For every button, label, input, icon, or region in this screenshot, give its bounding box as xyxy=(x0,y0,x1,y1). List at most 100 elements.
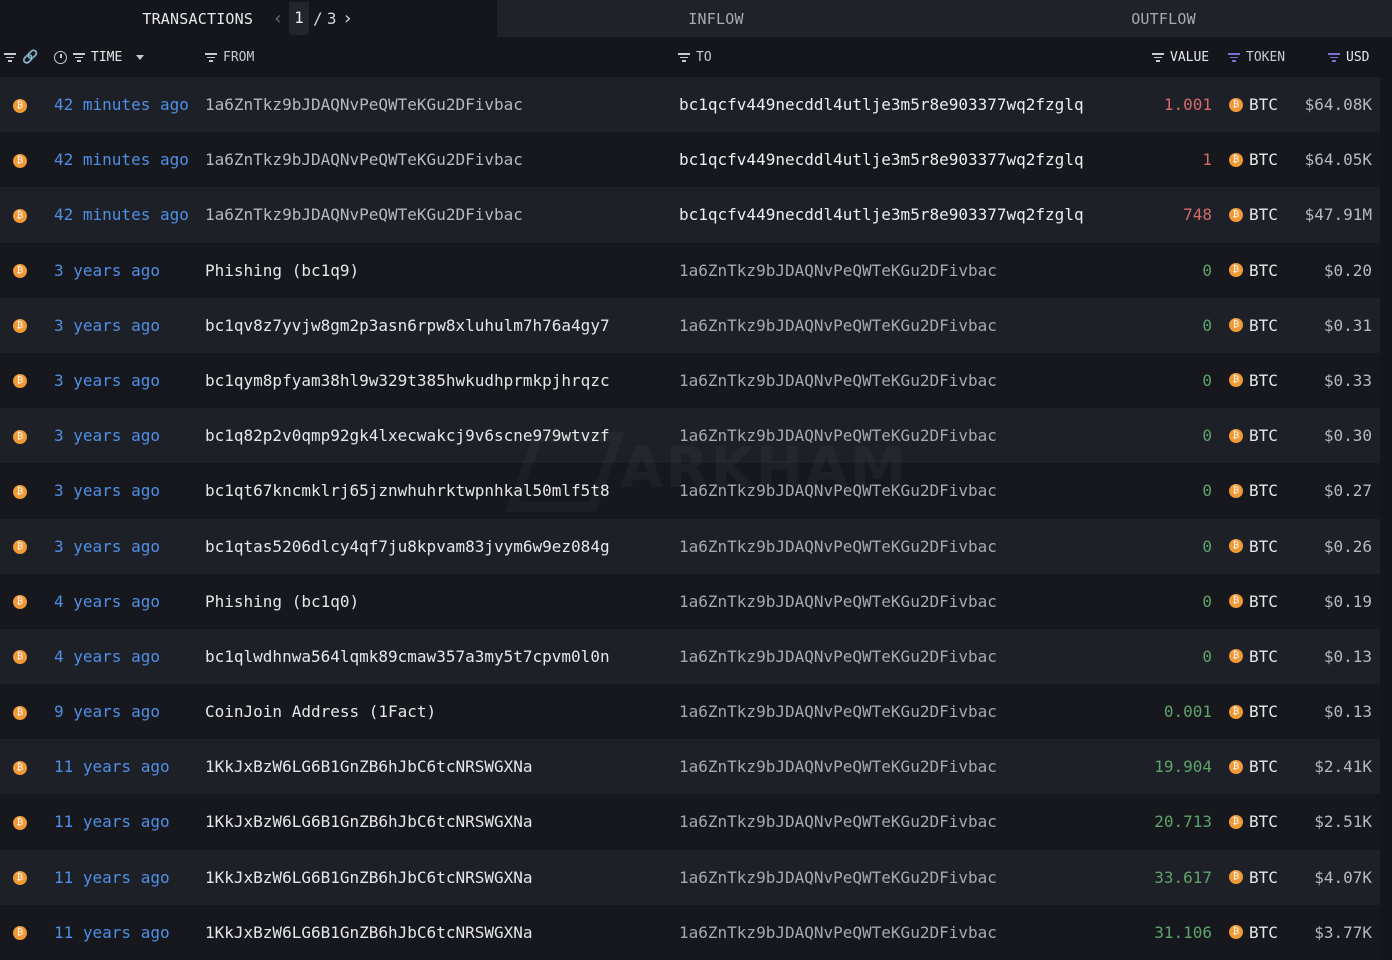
tab-transactions[interactable]: TRANSACTIONS ‹ 1 / 3 › xyxy=(0,0,497,37)
header-value[interactable]: VALUE xyxy=(1152,37,1209,77)
sort-caret-icon[interactable] xyxy=(136,54,145,60)
to-address[interactable]: 1a6ZnTkz9bJDAQNvPeQWTeKGu2DFivbac xyxy=(679,629,997,684)
token-cell[interactable]: BTC xyxy=(1229,629,1278,684)
token-cell[interactable]: BTC xyxy=(1229,794,1278,849)
from-address[interactable]: bc1q82p2v0qmp92gk4lxecwakcj9v6scne979wtv… xyxy=(205,408,610,463)
value-filter-icon[interactable] xyxy=(1152,52,1164,62)
from-filter-icon[interactable] xyxy=(205,52,217,62)
table-row[interactable]: 11 years ago 1KkJxBzW6LG6B1GnZB6hJbC6tcNR… xyxy=(0,739,1380,795)
header-from[interactable]: FROM xyxy=(205,37,254,77)
table-row[interactable]: 42 minutes ago 1a6ZnTkz9bJDAQNvPeQWTeKGu2… xyxy=(0,187,1380,243)
link-icon[interactable]: 🔗 xyxy=(22,50,38,65)
time-link[interactable]: 42 minutes ago xyxy=(54,132,189,187)
table-header: 🔗 TIME FROM TO VALUE TOKEN USD xyxy=(0,37,1380,77)
from-address[interactable]: 1KkJxBzW6LG6B1GnZB6hJbC6tcNRSWGXNa xyxy=(205,794,533,849)
tab-inflow[interactable]: INFLOW xyxy=(497,0,935,37)
to-address[interactable]: bc1qcfv449necddl4utlje3m5r8e903377wq2fzg… xyxy=(679,132,1084,187)
usd-filter-icon[interactable] xyxy=(1328,52,1340,62)
time-link[interactable]: 3 years ago xyxy=(54,353,160,408)
token-cell[interactable]: BTC xyxy=(1229,739,1278,794)
tab-outflow[interactable]: OUTFLOW xyxy=(935,0,1392,37)
to-address[interactable]: 1a6ZnTkz9bJDAQNvPeQWTeKGu2DFivbac xyxy=(679,794,997,849)
table-row[interactable]: 3 years ago bc1qym8pfyam38hl9w329t385hwku… xyxy=(0,352,1380,409)
from-address[interactable]: Phishing (bc1q0) xyxy=(205,574,359,629)
to-address[interactable]: bc1qcfv449necddl4utlje3m5r8e903377wq2fzg… xyxy=(679,77,1084,132)
to-address[interactable]: 1a6ZnTkz9bJDAQNvPeQWTeKGu2DFivbac xyxy=(679,298,997,353)
table-row[interactable]: 4 years ago Phishing (bc1q0) 1a6ZnTkz9bJDA… xyxy=(0,573,1380,629)
token-cell[interactable]: BTC xyxy=(1229,463,1278,518)
table-row[interactable]: 11 years ago 1KkJxBzW6LG6B1GnZB6hJbC6tcNR… xyxy=(0,794,1380,850)
to-address[interactable]: bc1qcfv449necddl4utlje3m5r8e903377wq2fzg… xyxy=(679,187,1084,242)
header-usd[interactable]: USD xyxy=(1328,37,1369,77)
from-address[interactable]: 1KkJxBzW6LG6B1GnZB6hJbC6tcNRSWGXNa xyxy=(205,850,533,905)
header-time[interactable]: TIME xyxy=(54,37,145,77)
from-address[interactable]: 1a6ZnTkz9bJDAQNvPeQWTeKGu2DFivbac xyxy=(205,77,523,132)
table-row[interactable]: 11 years ago 1KkJxBzW6LG6B1GnZB6hJbC6tcNR… xyxy=(0,849,1380,905)
from-address[interactable]: 1a6ZnTkz9bJDAQNvPeQWTeKGu2DFivbac xyxy=(205,187,523,242)
table-row[interactable]: 4 years ago bc1qlwdhnwa564lqmk89cmaw357a3… xyxy=(0,628,1380,685)
token-cell[interactable]: BTC xyxy=(1229,408,1278,463)
table-row[interactable]: 42 minutes ago 1a6ZnTkz9bJDAQNvPeQWTeKGu2… xyxy=(0,77,1380,133)
to-address[interactable]: 1a6ZnTkz9bJDAQNvPeQWTeKGu2DFivbac xyxy=(679,739,997,794)
from-address[interactable]: Phishing (bc1q9) xyxy=(205,243,359,298)
token-cell[interactable]: BTC xyxy=(1229,850,1278,905)
time-filter-icon[interactable] xyxy=(73,52,85,62)
from-address[interactable]: 1KkJxBzW6LG6B1GnZB6hJbC6tcNRSWGXNa xyxy=(205,739,533,794)
next-page-button[interactable]: › xyxy=(341,8,355,29)
time-link[interactable]: 3 years ago xyxy=(54,298,160,353)
to-address[interactable]: 1a6ZnTkz9bJDAQNvPeQWTeKGu2DFivbac xyxy=(679,684,997,739)
table-row[interactable]: 3 years ago bc1qt67kncmklrj65jznwhuhrktwp… xyxy=(0,463,1380,519)
header-token[interactable]: TOKEN xyxy=(1228,37,1285,77)
filter-icon[interactable] xyxy=(4,52,16,62)
token-cell[interactable]: BTC xyxy=(1229,684,1278,739)
token-cell[interactable]: BTC xyxy=(1229,574,1278,629)
token-cell[interactable]: BTC xyxy=(1229,353,1278,408)
to-address[interactable]: 1a6ZnTkz9bJDAQNvPeQWTeKGu2DFivbac xyxy=(679,243,997,298)
from-address[interactable]: bc1qt67kncmklrj65jznwhuhrktwpnhkal50mlf5… xyxy=(205,463,610,518)
to-address[interactable]: 1a6ZnTkz9bJDAQNvPeQWTeKGu2DFivbac xyxy=(679,574,997,629)
table-row[interactable]: 3 years ago Phishing (bc1q9) 1a6ZnTkz9bJDA… xyxy=(0,242,1380,298)
from-address[interactable]: bc1qv8z7yvjw8gm2p3asn6rpw8xluhulm7h76a4g… xyxy=(205,298,610,353)
table-row[interactable]: 9 years ago CoinJoin Address (1Fact) 1a6Zn… xyxy=(0,684,1380,740)
table-row[interactable]: 3 years ago bc1qv8z7yvjw8gm2p3asn6rpw8xlu… xyxy=(0,297,1380,353)
to-address[interactable]: 1a6ZnTkz9bJDAQNvPeQWTeKGu2DFivbac xyxy=(679,408,997,463)
table-row[interactable]: 42 minutes ago 1a6ZnTkz9bJDAQNvPeQWTeKGu2… xyxy=(0,132,1380,188)
to-address[interactable]: 1a6ZnTkz9bJDAQNvPeQWTeKGu2DFivbac xyxy=(679,519,997,574)
header-to[interactable]: TO xyxy=(678,37,712,77)
to-address[interactable]: 1a6ZnTkz9bJDAQNvPeQWTeKGu2DFivbac xyxy=(679,850,997,905)
from-address[interactable]: bc1qym8pfyam38hl9w329t385hwkudhprmkpjhrq… xyxy=(205,353,610,408)
time-link[interactable]: 3 years ago xyxy=(54,463,160,518)
time-link[interactable]: 4 years ago xyxy=(54,629,160,684)
token-cell[interactable]: BTC xyxy=(1229,298,1278,353)
token-cell[interactable]: BTC xyxy=(1229,132,1278,187)
time-link[interactable]: 11 years ago xyxy=(54,794,170,849)
from-address[interactable]: bc1qtas5206dlcy4qf7ju8kpvam83jvym6w9ez08… xyxy=(205,519,610,574)
time-link[interactable]: 3 years ago xyxy=(54,408,160,463)
token-cell[interactable]: BTC xyxy=(1229,243,1278,298)
from-address[interactable]: CoinJoin Address (1Fact) xyxy=(205,684,436,739)
from-address[interactable]: 1a6ZnTkz9bJDAQNvPeQWTeKGu2DFivbac xyxy=(205,132,523,187)
from-address[interactable]: bc1qlwdhnwa564lqmk89cmaw357a3my5t7cpvm0l… xyxy=(205,629,610,684)
token-cell[interactable]: BTC xyxy=(1229,187,1278,242)
table-row[interactable]: 3 years ago bc1q82p2v0qmp92gk4lxecwakcj9v… xyxy=(0,408,1380,464)
btc-token-icon xyxy=(1229,428,1243,443)
to-address[interactable]: 1a6ZnTkz9bJDAQNvPeQWTeKGu2DFivbac xyxy=(679,463,997,518)
to-address[interactable]: 1a6ZnTkz9bJDAQNvPeQWTeKGu2DFivbac xyxy=(679,353,997,408)
time-link[interactable]: 42 minutes ago xyxy=(54,187,189,242)
time-link[interactable]: 3 years ago xyxy=(54,519,160,574)
time-link[interactable]: 11 years ago xyxy=(54,739,170,794)
token-cell[interactable]: BTC xyxy=(1229,77,1278,132)
time-link[interactable]: 42 minutes ago xyxy=(54,77,189,132)
token-filter-icon[interactable] xyxy=(1228,52,1240,62)
time-link[interactable]: 3 years ago xyxy=(54,243,160,298)
table-row[interactable]: 3 years ago bc1qtas5206dlcy4qf7ju8kpvam83… xyxy=(0,518,1380,574)
time-link[interactable]: 9 years ago xyxy=(54,684,160,739)
time-link[interactable]: 4 years ago xyxy=(54,574,160,629)
current-page-input[interactable]: 1 xyxy=(289,2,309,35)
time-link[interactable]: 11 years ago xyxy=(54,850,170,905)
token-header-label: TOKEN xyxy=(1246,49,1286,65)
scrollbar[interactable] xyxy=(1380,37,1392,952)
token-cell[interactable]: BTC xyxy=(1229,519,1278,574)
prev-page-button[interactable]: ‹ xyxy=(271,8,285,29)
to-filter-icon[interactable] xyxy=(678,52,690,62)
